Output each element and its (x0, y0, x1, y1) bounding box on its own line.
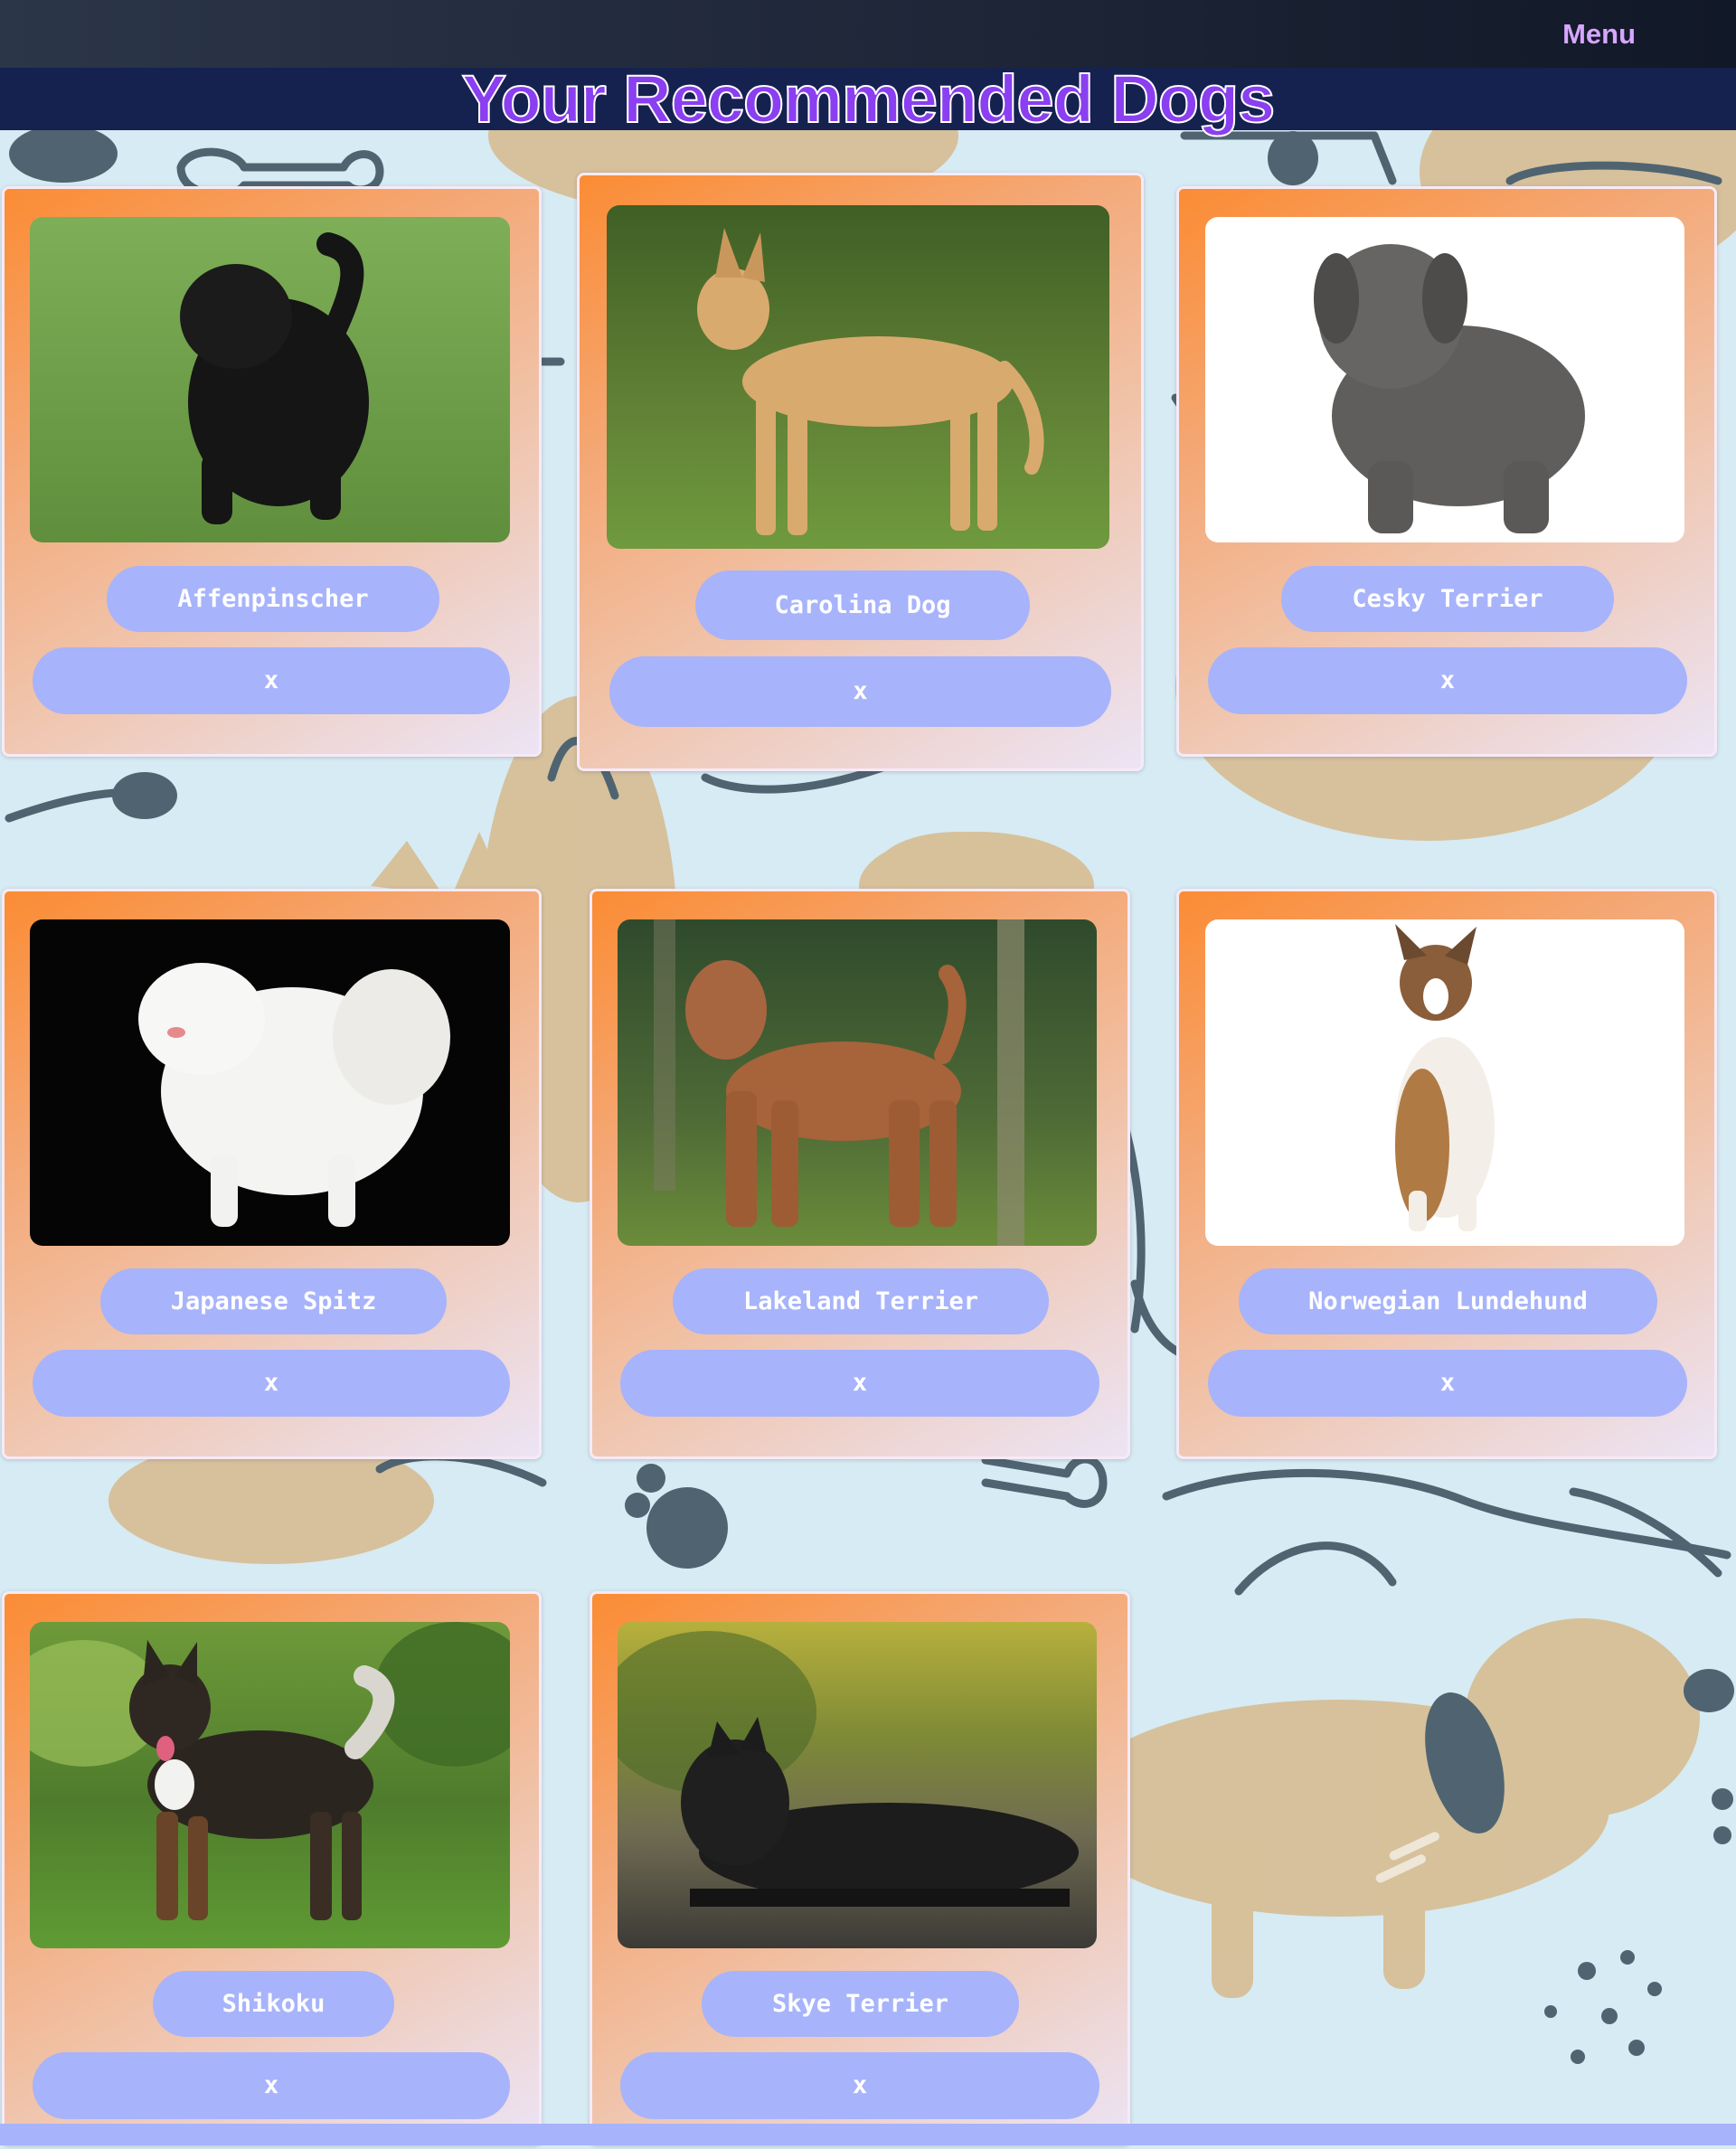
remove-dog-button[interactable]: x (1208, 1350, 1687, 1417)
remove-dog-button[interactable]: x (1208, 647, 1687, 714)
dog-photo-shikoku (30, 1622, 510, 1948)
dog-name-button[interactable]: Japanese Spitz (100, 1268, 447, 1334)
dog-photo-cesky-terrier (1205, 217, 1684, 542)
dog-card-affenpinscher: Affenpinscher x (2, 186, 542, 757)
remove-dog-button[interactable]: x (33, 2052, 510, 2119)
remove-dog-button[interactable]: x (609, 656, 1111, 727)
page-title: Your Recommended Dogs (461, 61, 1277, 137)
dog-name-button[interactable]: Cesky Terrier (1281, 566, 1614, 632)
remove-dog-button[interactable]: x (620, 2052, 1099, 2119)
bottom-strip (0, 2124, 1736, 2145)
dog-photo-norwegian-lundehund (1205, 919, 1684, 1246)
dog-card-shikoku: Shikoku x (2, 1591, 542, 2145)
dog-name-button[interactable]: Norwegian Lundehund (1239, 1268, 1657, 1334)
remove-dog-button[interactable]: x (33, 647, 510, 714)
dog-card-japanese-spitz: Japanese Spitz x (2, 889, 542, 1459)
dog-name-button[interactable]: Shikoku (153, 1971, 394, 2037)
dog-photo-lakeland-terrier (618, 919, 1097, 1246)
remove-dog-button[interactable]: x (620, 1350, 1099, 1417)
dog-card-cesky-terrier: Cesky Terrier x (1176, 186, 1717, 757)
dog-card-skye-terrier: Skye Terrier x (590, 1591, 1130, 2145)
dog-name-button[interactable]: Skye Terrier (702, 1971, 1019, 2037)
remove-dog-button[interactable]: x (33, 1350, 510, 1417)
dog-photo-carolina-dog (607, 205, 1109, 549)
top-nav-bar: Menu (0, 0, 1736, 68)
dog-photo-affenpinscher (30, 217, 510, 542)
menu-link[interactable]: Menu (1562, 18, 1636, 51)
dog-card-lakeland-terrier: Lakeland Terrier x (590, 889, 1130, 1459)
dog-card-norwegian-lundehund: Norwegian Lundehund x (1176, 889, 1717, 1459)
dog-name-button[interactable]: Affenpinscher (107, 566, 439, 632)
dog-photo-skye-terrier (618, 1622, 1097, 1948)
dog-name-button[interactable]: Carolina Dog (695, 570, 1030, 640)
dog-card-carolina-dog: Carolina Dog x (577, 173, 1144, 771)
dog-name-button[interactable]: Lakeland Terrier (673, 1268, 1049, 1334)
dog-photo-japanese-spitz (30, 919, 510, 1246)
